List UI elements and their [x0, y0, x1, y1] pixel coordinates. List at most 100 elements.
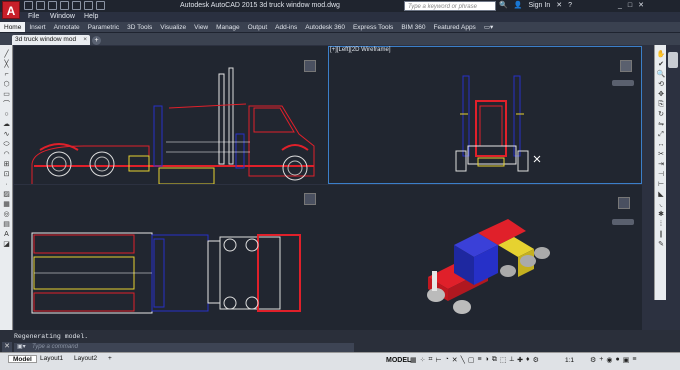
rectangle-icon[interactable]: ▭	[2, 91, 11, 99]
tab-output[interactable]: Output	[244, 22, 272, 32]
snap-icon[interactable]: ⁘	[420, 356, 426, 364]
arc-icon[interactable]: ⌒	[2, 101, 11, 109]
chamfer-icon[interactable]: ◣	[656, 191, 666, 199]
selection-cycling-icon[interactable]: ⧉	[492, 356, 497, 364]
add-layout-button[interactable]: +	[104, 355, 116, 363]
close-button[interactable]: ✕	[638, 0, 644, 12]
isodraft-icon[interactable]: ✕	[452, 356, 458, 364]
join-icon[interactable]: ⊢	[656, 181, 666, 189]
pan-icon[interactable]: ✋	[656, 51, 666, 59]
line-icon[interactable]: ╱	[2, 51, 11, 59]
polyline-icon[interactable]: ⌐	[2, 71, 11, 79]
new-icon[interactable]	[24, 1, 33, 10]
xline-icon[interactable]: ╳	[2, 61, 11, 69]
command-close-icon[interactable]: ✕	[2, 342, 12, 352]
workspace-gear-icon[interactable]: ⚙	[590, 356, 596, 364]
annotation-monitor-icon[interactable]: ✚	[517, 356, 523, 364]
erase-icon[interactable]: ✎	[656, 241, 666, 249]
wcs-label-icon[interactable]	[612, 80, 634, 86]
ortho-icon[interactable]: ⊢	[435, 356, 441, 364]
orbit-icon[interactable]: ⟲	[656, 81, 666, 89]
scrollbar-thumb[interactable]	[668, 52, 678, 68]
menu-help[interactable]: Help	[84, 12, 98, 22]
scale-icon[interactable]: ⤢	[656, 131, 666, 139]
table-icon[interactable]: ▤	[2, 221, 11, 229]
minimize-button[interactable]: _	[618, 0, 622, 12]
infer-icon[interactable]: ⌗	[429, 356, 433, 364]
region-icon[interactable]: ◎	[2, 211, 11, 219]
transparency-icon[interactable]: ◑	[485, 356, 489, 364]
tab-bim-360[interactable]: BIM 360	[397, 22, 429, 32]
search-icon[interactable]: 🔍	[499, 0, 508, 12]
hatch-icon[interactable]: ▨	[2, 191, 11, 199]
fillet-icon[interactable]: ◟	[656, 201, 666, 209]
model-space-toggle[interactable]: MODEL	[386, 357, 411, 364]
menu-window[interactable]: Window	[50, 12, 75, 22]
viewcube-icon[interactable]	[620, 60, 632, 72]
viewcube-icon[interactable]	[304, 60, 316, 72]
save-icon[interactable]	[48, 1, 57, 10]
move-icon[interactable]: ✥	[656, 91, 666, 99]
viewport-iso[interactable]	[328, 185, 642, 330]
saveas-icon[interactable]	[60, 1, 69, 10]
ribbon-toggle-icon[interactable]: ▭▾	[480, 22, 497, 32]
help-icon[interactable]: ?	[568, 0, 572, 12]
stretch-icon[interactable]: ↔	[656, 141, 666, 149]
tab-layout2[interactable]: Layout2	[70, 355, 101, 363]
command-input[interactable]: ▣▾ Type a command	[14, 343, 354, 352]
annotation-autoscale-icon[interactable]: ⚙	[533, 356, 539, 364]
tab-featured-apps[interactable]: Featured Apps	[430, 22, 480, 32]
tab-parametric[interactable]: Parametric	[84, 22, 123, 32]
tab-annotate[interactable]: Annotate	[50, 22, 84, 32]
extend-icon[interactable]: ⇥	[656, 161, 666, 169]
break-icon[interactable]: ⊣	[656, 171, 666, 179]
viewcube-icon[interactable]	[304, 193, 316, 205]
osnap-icon[interactable]: ▢	[468, 356, 475, 364]
viewcube-icon[interactable]	[618, 197, 630, 209]
tab-visualize[interactable]: Visualize	[156, 22, 190, 32]
revcloud-icon[interactable]: ☁	[2, 121, 11, 129]
3d-osnap-icon[interactable]: ⬚	[500, 356, 507, 364]
tab-view[interactable]: View	[190, 22, 212, 32]
customize-icon[interactable]: ≡	[632, 356, 636, 364]
viewport-left-active[interactable]: [+][Left][2D Wireframe]	[328, 46, 642, 184]
circle-icon[interactable]: ○	[2, 111, 11, 119]
viewport-top[interactable]	[14, 185, 328, 330]
tab-express-tools[interactable]: Express Tools	[349, 22, 397, 32]
tab-layout1[interactable]: Layout1	[36, 355, 67, 363]
hardware-accel-icon[interactable]: ●	[615, 356, 619, 364]
make-block-icon[interactable]: ⊡	[2, 171, 11, 179]
osnap-tracking-icon[interactable]: ╲	[461, 356, 465, 364]
sign-in-link[interactable]: Sign In	[528, 0, 550, 12]
tab-manage[interactable]: Manage	[212, 22, 244, 32]
wcs-label-icon[interactable]	[612, 219, 634, 225]
spline-icon[interactable]: ∿	[2, 131, 11, 139]
annotation-scale[interactable]: 1:1	[565, 357, 574, 364]
tab-model[interactable]: Model	[8, 355, 37, 363]
menu-file[interactable]: File	[28, 12, 39, 22]
ellipse-arc-icon[interactable]: ◠	[2, 151, 11, 159]
isolate-icon[interactable]: ◉	[606, 356, 612, 364]
application-menu-button[interactable]: A	[2, 1, 20, 19]
explode-icon[interactable]: ✱	[656, 211, 666, 219]
insert-block-icon[interactable]: ⊞	[2, 161, 11, 169]
document-tab[interactable]: 3d truck window mod ×	[12, 35, 90, 45]
zoom-icon[interactable]: 🔍	[656, 71, 666, 79]
mtext-icon[interactable]: A	[2, 231, 11, 239]
offset-icon[interactable]: ∥	[656, 231, 666, 239]
plus-icon[interactable]: +	[599, 356, 603, 364]
array-icon[interactable]: ⁞	[656, 221, 666, 229]
open-icon[interactable]	[36, 1, 45, 10]
grid-icon[interactable]: ▦	[410, 356, 417, 364]
vertical-scrollbar[interactable]	[666, 45, 680, 330]
mirror-icon[interactable]: ⇋	[656, 121, 666, 129]
redo-icon[interactable]	[96, 1, 105, 10]
trim-icon[interactable]: ✂	[656, 151, 666, 159]
maximize-button[interactable]: □	[628, 0, 632, 12]
undo-icon[interactable]	[84, 1, 93, 10]
viewport-front[interactable]	[14, 46, 328, 184]
polar-icon[interactable]: ◔	[445, 356, 449, 364]
tab-home[interactable]: Home	[0, 22, 26, 32]
clean-screen-icon[interactable]: ▣	[623, 356, 630, 364]
new-tab-button[interactable]: +	[92, 36, 101, 45]
